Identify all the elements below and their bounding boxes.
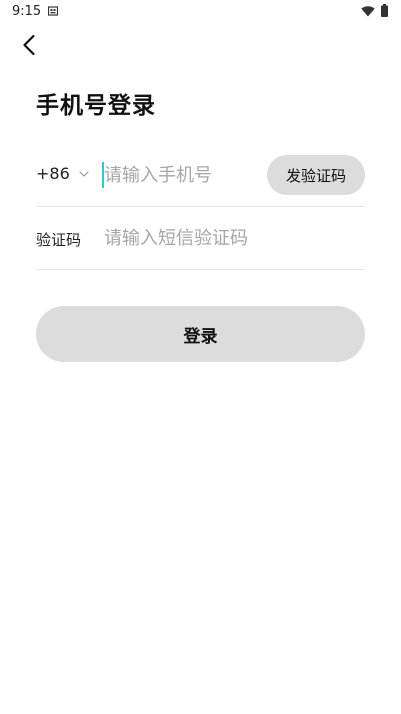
back-arrow-icon [23, 34, 35, 56]
chevron-down-icon [79, 170, 89, 177]
sim-notification-icon [48, 6, 58, 16]
status-time: 9:15 [12, 4, 42, 19]
battery-icon [381, 4, 388, 17]
code-label: 验证码 [36, 231, 82, 249]
page-title: 手机号登录 [36, 93, 156, 119]
wifi-icon [361, 6, 375, 17]
text-caret [102, 162, 104, 188]
country-code-label: +86 [36, 164, 70, 183]
login-button[interactable]: 登录 [36, 306, 365, 362]
country-code-selector[interactable]: +86 [36, 164, 89, 183]
phone-input[interactable] [102, 160, 264, 190]
phone-row: +86 发验证码 [36, 146, 365, 207]
code-input[interactable] [102, 223, 354, 253]
send-code-button[interactable]: 发验证码 [267, 155, 365, 195]
back-button[interactable] [14, 30, 44, 60]
status-bar: 9:15 [0, 0, 401, 24]
code-row: 验证码 [36, 207, 365, 270]
login-screen: 9:15 手机号登录 +86 发验证码 验证码 [0, 0, 401, 714]
